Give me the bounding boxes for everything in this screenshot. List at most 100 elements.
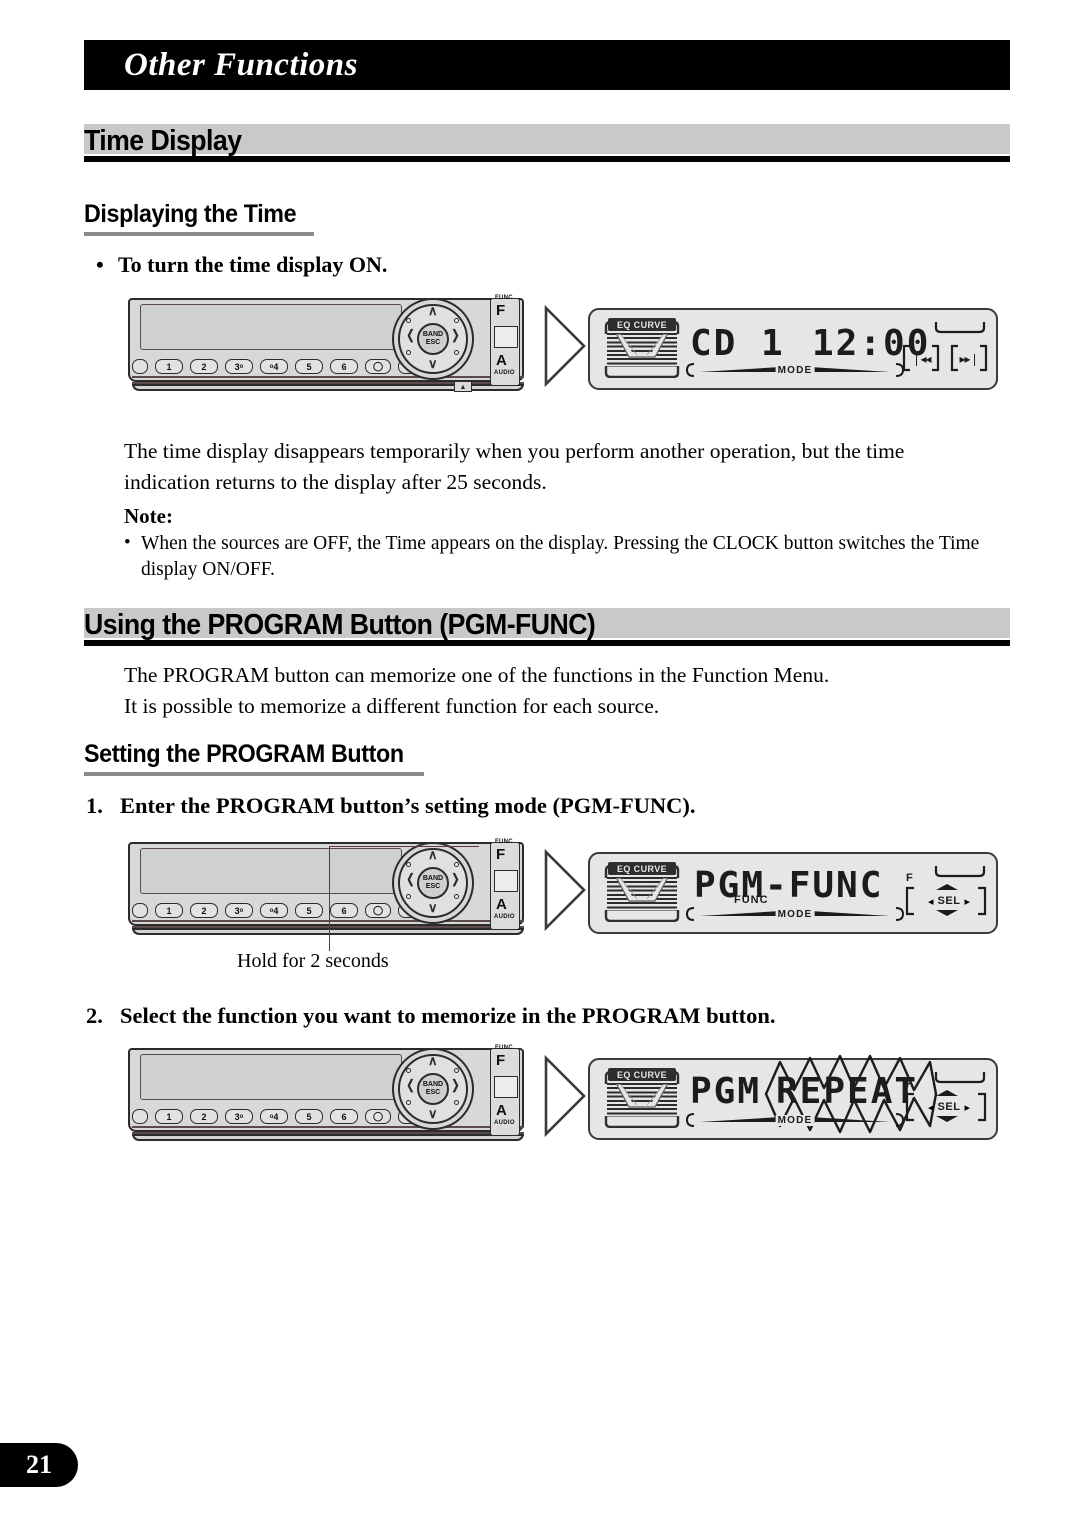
- dial-up-arrow-icon[interactable]: ∧: [428, 303, 438, 319]
- audio-button[interactable]: A: [496, 352, 507, 369]
- dial-right-arrow-icon[interactable]: ❭: [450, 327, 461, 343]
- rotary-dial[interactable]: ∧ ∨ ❬ ❭ BAND ESC: [384, 1044, 482, 1136]
- dial-down-arrow-icon[interactable]: ∨: [428, 356, 438, 372]
- mode-bar-indicator: MODE: [685, 1113, 905, 1127]
- display-right-indicators: F ◂ SEL ▸: [905, 862, 988, 924]
- dial-right-arrow-icon[interactable]: ❭: [450, 1077, 461, 1093]
- esc-label: ESC: [425, 1089, 441, 1096]
- dial-left-arrow-icon[interactable]: ❬: [405, 1077, 416, 1093]
- display-right-indicators: ❘◂◂ ▸▸❘: [902, 318, 988, 380]
- note-line-1: When the sources are OFF, the Time appea…: [141, 533, 906, 554]
- band-esc-button[interactable]: BAND ESC: [417, 1073, 449, 1105]
- func-indicator-label: FUNC: [734, 894, 769, 906]
- note-bullet-dot: •: [124, 532, 131, 553]
- next-track-icon[interactable]: ▸▸❘: [952, 348, 986, 370]
- preset-button-2[interactable]: 2: [190, 903, 218, 918]
- dial-dot-icon: [454, 350, 459, 355]
- band-esc-button[interactable]: BAND ESC: [417, 323, 449, 355]
- preset-button-3[interactable]: 3o: [225, 359, 253, 374]
- preset-button-1[interactable]: 1: [155, 359, 183, 374]
- preset-button-4[interactable]: o4: [260, 359, 288, 374]
- preset-button-eject[interactable]: [132, 903, 148, 918]
- mode-label: MODE: [775, 1115, 815, 1126]
- display-time: EQ CURVE CD 1 12:00 MODE ❘◂◂ ▸▸❘: [588, 308, 998, 390]
- audio-small-label: AUDIO: [494, 370, 515, 376]
- preset-button-eject[interactable]: [132, 359, 148, 374]
- rotary-dial[interactable]: ∧ ∨ ❬ ❭ BAND ESC: [384, 294, 482, 386]
- dial-dot-icon: [406, 1068, 411, 1073]
- display-pgm-func: EQ CURVE PGM-FUNC FUNC MODE F ◂ SEL ▸: [588, 852, 998, 934]
- side-key-middle[interactable]: [494, 1076, 518, 1098]
- preset-button-3[interactable]: 3o: [225, 1109, 253, 1124]
- step-1-heading: 1. Enter the PROGRAM button’s setting mod…: [86, 793, 696, 819]
- dial-dot-icon: [406, 1100, 411, 1105]
- prev-track-icon[interactable]: ❘◂◂: [904, 348, 938, 370]
- esc-label: ESC: [425, 339, 441, 346]
- audio-button[interactable]: A: [496, 1102, 507, 1119]
- dial-left-arrow-icon[interactable]: ❬: [405, 327, 416, 343]
- heading-gray-bar: Time Display: [84, 124, 1010, 156]
- display-main-text: PGM-FUNC: [694, 865, 884, 906]
- preset-button-3[interactable]: 3o: [225, 903, 253, 918]
- head-unit-screen: [140, 304, 402, 350]
- sel-updown-icon: [936, 884, 958, 916]
- step-1-number: 1.: [86, 793, 103, 818]
- preset-button-1[interactable]: 1: [155, 903, 183, 918]
- figure-time-display: 1 2 3o o4 5 6 ◯ ◯ ◯ ▲ ∧ ∨ ❬ ❭ BAND ESC: [124, 294, 1004, 396]
- dial-up-arrow-icon[interactable]: ∧: [428, 1053, 438, 1069]
- sel-right-arrow-icon[interactable]: ▸: [964, 1101, 970, 1114]
- preset-button-eject[interactable]: [132, 1109, 148, 1124]
- note-item: • When the sources are OFF, the Time app…: [124, 531, 1001, 583]
- page-number: 21: [26, 1450, 52, 1479]
- audio-button[interactable]: A: [496, 896, 507, 913]
- dial-down-arrow-icon[interactable]: ∨: [428, 1106, 438, 1122]
- preset-button-2[interactable]: 2: [190, 359, 218, 374]
- preset-button-6[interactable]: 6: [330, 359, 358, 374]
- chapter-banner: Other Functions: [84, 40, 1010, 90]
- sel-right-arrow-icon[interactable]: ▸: [964, 895, 970, 908]
- section-heading-label: Using the PROGRAM Button (PGM-FUNC): [84, 609, 596, 641]
- preset-button-2[interactable]: 2: [190, 1109, 218, 1124]
- mode-label: MODE: [775, 909, 815, 920]
- flow-arrow-icon: [544, 848, 586, 932]
- disc-indicator-icon: [934, 866, 986, 878]
- dial-dot-icon: [406, 350, 411, 355]
- preset-button-4[interactable]: o4: [260, 1109, 288, 1124]
- preset-button-5[interactable]: 5: [295, 359, 323, 374]
- head-unit-screen: [140, 1054, 402, 1100]
- func-button[interactable]: F: [496, 1052, 505, 1069]
- func-button[interactable]: F: [496, 302, 505, 319]
- preset-button-6[interactable]: 6: [330, 1109, 358, 1124]
- figure-step-2: 1 2 3o o4 5 6 ◯ ◯ ◯ ∧ ∨ ❬ ❭ BAND ESC: [124, 1044, 1004, 1156]
- head-unit-illustration: 1 2 3o o4 5 6 ◯ ◯ ◯ ∧ ∨ ❬ ❭ BAND ESC: [124, 1044, 534, 1146]
- sel-func-label: F: [906, 1078, 913, 1090]
- preset-button-5[interactable]: 5: [295, 1109, 323, 1124]
- eq-curve-label: EQ CURVE: [608, 862, 676, 875]
- paragraph-program-intro: The PROGRAM button can memorize one of t…: [124, 660, 1004, 722]
- side-key-middle[interactable]: [494, 870, 518, 892]
- audio-small-label: AUDIO: [494, 914, 515, 920]
- eq-curve-shape-icon: [616, 878, 668, 902]
- dial-dot-icon: [454, 1068, 459, 1073]
- step-1-caption: Hold for 2 seconds: [237, 950, 389, 972]
- step-2-text: Select the function you want to memorize…: [120, 1003, 776, 1028]
- dial-dot-icon: [406, 318, 411, 323]
- step-2-heading: 2. Select the function you want to memori…: [86, 1003, 776, 1029]
- figure-step-1: 1 2 3o o4 5 6 ◯ ◯ ◯ ∧ ∨ ❬ ❭ BAND ESC: [124, 839, 1004, 951]
- display-secondary-text: REPEAT: [776, 1071, 919, 1112]
- program-intro-line-2: It is possible to memorize a different f…: [124, 694, 660, 718]
- preset-button-1[interactable]: 1: [155, 1109, 183, 1124]
- eq-curve-indicator: EQ CURVE: [602, 862, 682, 924]
- eq-curve-shape-icon: [616, 1084, 668, 1108]
- callout-line: [329, 846, 479, 951]
- preset-button-4[interactable]: o4: [260, 903, 288, 918]
- mode-bar-indicator: MODE: [685, 363, 905, 377]
- preset-button-5[interactable]: 5: [295, 903, 323, 918]
- dial-dot-icon: [454, 318, 459, 323]
- func-button[interactable]: F: [496, 846, 505, 863]
- side-key-middle[interactable]: [494, 326, 518, 348]
- band-label: BAND: [422, 1081, 444, 1088]
- disc-indicator-icon: [934, 1072, 986, 1084]
- func-small-label: FUNC: [495, 1045, 513, 1051]
- subsection-rule: [84, 232, 314, 236]
